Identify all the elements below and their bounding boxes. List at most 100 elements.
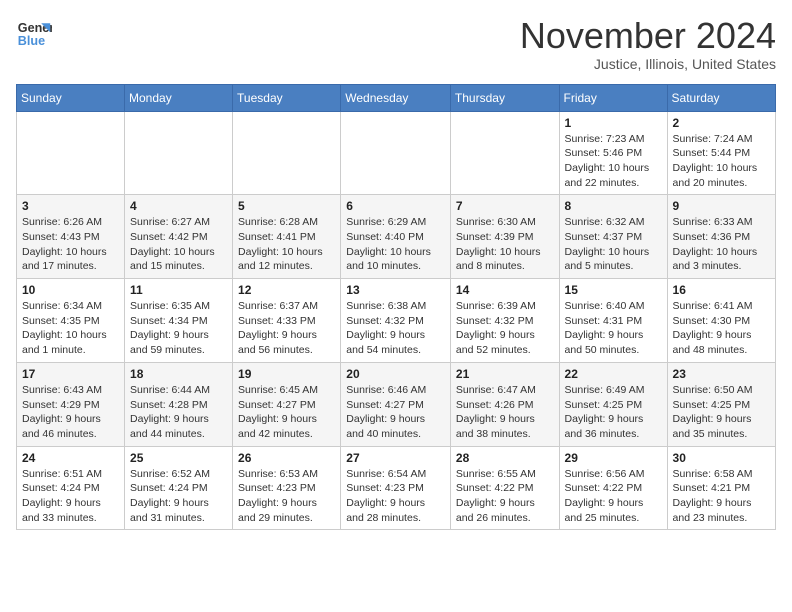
calendar-cell: 17 Sunrise: 6:43 AMSunset: 4:29 PMDayligh… [17, 362, 125, 446]
calendar-cell: 1 Sunrise: 7:23 AMSunset: 5:46 PMDaylight… [559, 111, 667, 195]
day-number: 10 [22, 283, 119, 297]
calendar-cell: 10 Sunrise: 6:34 AMSunset: 4:35 PMDayligh… [17, 279, 125, 363]
calendar-cell: 30Sunrise: 6:58 AMSunset: 4:21 PMDayligh… [667, 446, 775, 530]
calendar-cell: 2Sunrise: 7:24 AMSunset: 5:44 PMDaylight… [667, 111, 775, 195]
col-sunday: Sunday [17, 84, 125, 111]
col-friday: Friday [559, 84, 667, 111]
calendar-cell: 21 Sunrise: 6:47 AMSunset: 4:26 PMDayligh… [450, 362, 559, 446]
calendar-cell [233, 111, 341, 195]
day-number: 6 [346, 199, 445, 213]
col-wednesday: Wednesday [341, 84, 451, 111]
day-info: Sunrise: 6:33 AMSunset: 4:36 PMDaylight:… [673, 215, 770, 274]
day-info: Sunrise: 6:34 AMSunset: 4:35 PMDaylight:… [22, 299, 119, 358]
header-row: Sunday Monday Tuesday Wednesday Thursday… [17, 84, 776, 111]
calendar-cell: 22 Sunrise: 6:49 AMSunset: 4:25 PMDayligh… [559, 362, 667, 446]
day-number: 17 [22, 367, 119, 381]
day-info: Sunrise: 6:47 AMSunset: 4:26 PMDaylight:… [456, 383, 554, 442]
calendar-cell: 26 Sunrise: 6:53 AMSunset: 4:23 PMDayligh… [233, 446, 341, 530]
calendar-cell: 6 Sunrise: 6:29 AMSunset: 4:40 PMDaylight… [341, 195, 451, 279]
day-number: 14 [456, 283, 554, 297]
day-number: 18 [130, 367, 227, 381]
day-info: Sunrise: 6:30 AMSunset: 4:39 PMDaylight:… [456, 215, 554, 274]
calendar-cell: 25Sunrise: 6:52 AMSunset: 4:24 PMDayligh… [125, 446, 233, 530]
calendar-cell [450, 111, 559, 195]
calendar-cell: 15Sunrise: 6:40 AMSunset: 4:31 PMDayligh… [559, 279, 667, 363]
day-number: 11 [130, 283, 227, 297]
calendar-cell: 13 Sunrise: 6:38 AMSunset: 4:32 PMDayligh… [341, 279, 451, 363]
day-number: 29 [565, 451, 662, 465]
day-number: 16 [673, 283, 770, 297]
calendar-cell: 27 Sunrise: 6:54 AMSunset: 4:23 PMDayligh… [341, 446, 451, 530]
day-info: Sunrise: 7:24 AMSunset: 5:44 PMDaylight:… [673, 132, 770, 191]
day-info: Sunrise: 7:23 AMSunset: 5:46 PMDaylight:… [565, 132, 662, 191]
calendar-cell: 12 Sunrise: 6:37 AMSunset: 4:33 PMDayligh… [233, 279, 341, 363]
calendar-cell [125, 111, 233, 195]
day-info: Sunrise: 6:53 AMSunset: 4:23 PMDaylight:… [238, 467, 335, 526]
day-number: 27 [346, 451, 445, 465]
day-number: 25 [130, 451, 227, 465]
logo-icon: General Blue [16, 16, 52, 52]
day-number: 20 [346, 367, 445, 381]
col-monday: Monday [125, 84, 233, 111]
calendar-cell: 4 Sunrise: 6:27 AMSunset: 4:42 PMDaylight… [125, 195, 233, 279]
svg-text:Blue: Blue [18, 34, 45, 48]
calendar-cell: 16 Sunrise: 6:41 AMSunset: 4:30 PMDayligh… [667, 279, 775, 363]
day-number: 5 [238, 199, 335, 213]
calendar-cell: 20 Sunrise: 6:46 AMSunset: 4:27 PMDayligh… [341, 362, 451, 446]
day-number: 28 [456, 451, 554, 465]
calendar-week-2: 3Sunrise: 6:26 AMSunset: 4:43 PMDaylight… [17, 195, 776, 279]
col-tuesday: Tuesday [233, 84, 341, 111]
col-saturday: Saturday [667, 84, 775, 111]
day-number: 19 [238, 367, 335, 381]
day-info: Sunrise: 6:28 AMSunset: 4:41 PMDaylight:… [238, 215, 335, 274]
day-number: 4 [130, 199, 227, 213]
day-number: 22 [565, 367, 662, 381]
calendar-subtitle: Justice, Illinois, United States [520, 56, 776, 72]
day-info: Sunrise: 6:45 AMSunset: 4:27 PMDaylight:… [238, 383, 335, 442]
day-number: 1 [565, 116, 662, 130]
calendar-cell [341, 111, 451, 195]
calendar-cell: 19 Sunrise: 6:45 AMSunset: 4:27 PMDayligh… [233, 362, 341, 446]
calendar-cell: 11 Sunrise: 6:35 AMSunset: 4:34 PMDayligh… [125, 279, 233, 363]
day-info: Sunrise: 6:27 AMSunset: 4:42 PMDaylight:… [130, 215, 227, 274]
day-info: Sunrise: 6:29 AMSunset: 4:40 PMDaylight:… [346, 215, 445, 274]
day-number: 13 [346, 283, 445, 297]
calendar-cell: 7 Sunrise: 6:30 AMSunset: 4:39 PMDaylight… [450, 195, 559, 279]
day-number: 7 [456, 199, 554, 213]
calendar-cell [17, 111, 125, 195]
day-info: Sunrise: 6:43 AMSunset: 4:29 PMDaylight:… [22, 383, 119, 442]
calendar-week-5: 24Sunrise: 6:51 AMSunset: 4:24 PMDayligh… [17, 446, 776, 530]
calendar-title: November 2024 [520, 16, 776, 56]
calendar-cell: 28Sunrise: 6:55 AMSunset: 4:22 PMDayligh… [450, 446, 559, 530]
day-info: Sunrise: 6:56 AMSunset: 4:22 PMDaylight:… [565, 467, 662, 526]
calendar-cell: 5 Sunrise: 6:28 AMSunset: 4:41 PMDaylight… [233, 195, 341, 279]
day-info: Sunrise: 6:26 AMSunset: 4:43 PMDaylight:… [22, 215, 119, 274]
title-area: November 2024 Justice, Illinois, United … [520, 16, 776, 72]
col-thursday: Thursday [450, 84, 559, 111]
day-info: Sunrise: 6:38 AMSunset: 4:32 PMDaylight:… [346, 299, 445, 358]
day-info: Sunrise: 6:54 AMSunset: 4:23 PMDaylight:… [346, 467, 445, 526]
day-number: 9 [673, 199, 770, 213]
calendar-cell: 9 Sunrise: 6:33 AMSunset: 4:36 PMDaylight… [667, 195, 775, 279]
day-info: Sunrise: 6:37 AMSunset: 4:33 PMDaylight:… [238, 299, 335, 358]
day-info: Sunrise: 6:35 AMSunset: 4:34 PMDaylight:… [130, 299, 227, 358]
calendar-week-3: 10 Sunrise: 6:34 AMSunset: 4:35 PMDayligh… [17, 279, 776, 363]
day-info: Sunrise: 6:46 AMSunset: 4:27 PMDaylight:… [346, 383, 445, 442]
logo: General Blue [16, 16, 52, 52]
calendar-cell: 18Sunrise: 6:44 AMSunset: 4:28 PMDayligh… [125, 362, 233, 446]
day-info: Sunrise: 6:49 AMSunset: 4:25 PMDaylight:… [565, 383, 662, 442]
calendar-cell: 24Sunrise: 6:51 AMSunset: 4:24 PMDayligh… [17, 446, 125, 530]
calendar-cell: 29 Sunrise: 6:56 AMSunset: 4:22 PMDayligh… [559, 446, 667, 530]
day-info: Sunrise: 6:50 AMSunset: 4:25 PMDaylight:… [673, 383, 770, 442]
day-number: 26 [238, 451, 335, 465]
day-info: Sunrise: 6:58 AMSunset: 4:21 PMDaylight:… [673, 467, 770, 526]
day-number: 8 [565, 199, 662, 213]
calendar-cell: 14Sunrise: 6:39 AMSunset: 4:32 PMDayligh… [450, 279, 559, 363]
day-number: 12 [238, 283, 335, 297]
day-info: Sunrise: 6:41 AMSunset: 4:30 PMDaylight:… [673, 299, 770, 358]
calendar-week-4: 17 Sunrise: 6:43 AMSunset: 4:29 PMDayligh… [17, 362, 776, 446]
day-number: 21 [456, 367, 554, 381]
calendar-table: Sunday Monday Tuesday Wednesday Thursday… [16, 84, 776, 531]
day-number: 23 [673, 367, 770, 381]
calendar-cell: 23 Sunrise: 6:50 AMSunset: 4:25 PMDayligh… [667, 362, 775, 446]
